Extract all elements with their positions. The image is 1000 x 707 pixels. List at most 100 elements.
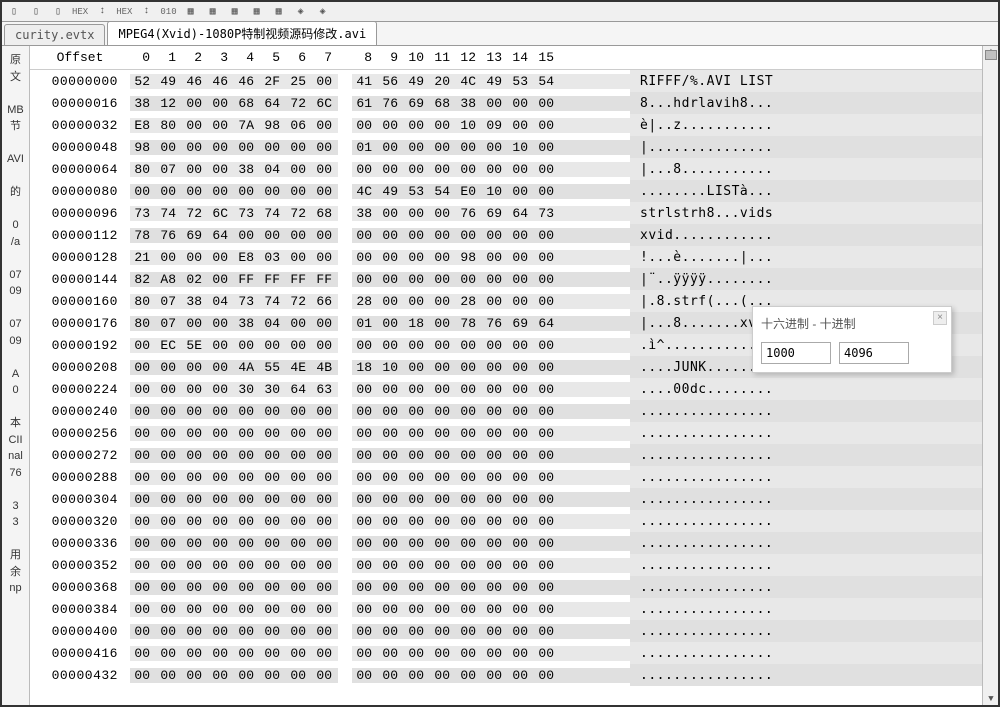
hex-byte[interactable]: 00 bbox=[534, 668, 560, 683]
ascii-cell[interactable]: ................ bbox=[630, 444, 982, 466]
hex-byte[interactable]: 00 bbox=[208, 272, 234, 287]
hex-byte[interactable]: 00 bbox=[156, 558, 182, 573]
hex-bytes[interactable]: 00000000000000000000000000000000 bbox=[130, 602, 630, 617]
hex-byte[interactable]: 00 bbox=[378, 294, 404, 309]
hex-byte[interactable]: 00 bbox=[208, 426, 234, 441]
hex-row[interactable]: 0000040000000000000000000000000000000000… bbox=[30, 620, 982, 642]
hex-row[interactable]: 0000006480070000380400000000000000000000… bbox=[30, 158, 982, 180]
hex-byte[interactable]: 00 bbox=[378, 646, 404, 661]
hex-byte[interactable]: 00 bbox=[482, 272, 508, 287]
hex-byte[interactable]: 00 bbox=[234, 514, 260, 529]
hex-byte[interactable]: 00 bbox=[208, 250, 234, 265]
hex-byte[interactable]: 80 bbox=[130, 294, 156, 309]
hex-byte[interactable]: 00 bbox=[130, 580, 156, 595]
hex-byte[interactable]: E8 bbox=[130, 118, 156, 133]
hex-byte[interactable]: 00 bbox=[182, 96, 208, 111]
hex-byte[interactable]: 18 bbox=[352, 360, 378, 375]
hex-byte[interactable]: 00 bbox=[482, 426, 508, 441]
hex-byte[interactable]: FF bbox=[312, 272, 338, 287]
hex-byte[interactable]: 00 bbox=[312, 624, 338, 639]
hex-bytes[interactable]: 21000000E80300000000000098000000 bbox=[130, 250, 630, 265]
hex-byte[interactable]: 00 bbox=[312, 668, 338, 683]
hex-byte[interactable]: 00 bbox=[378, 250, 404, 265]
hex-byte[interactable]: 00 bbox=[312, 426, 338, 441]
hex-bytes[interactable]: 98000000000000000100000000001000 bbox=[130, 140, 630, 155]
hex-byte[interactable]: 00 bbox=[534, 250, 560, 265]
hex-byte[interactable]: 00 bbox=[430, 492, 456, 507]
hex-byte[interactable]: 00 bbox=[508, 536, 534, 551]
hex-byte[interactable]: 00 bbox=[352, 492, 378, 507]
hex-byte[interactable]: 00 bbox=[182, 118, 208, 133]
hex-byte[interactable]: 76 bbox=[378, 96, 404, 111]
hex-byte[interactable]: 00 bbox=[182, 470, 208, 485]
hex-byte[interactable]: 72 bbox=[286, 294, 312, 309]
hex-byte[interactable]: 00 bbox=[352, 470, 378, 485]
hex-byte[interactable]: 00 bbox=[508, 646, 534, 661]
hex-byte[interactable]: A8 bbox=[156, 272, 182, 287]
hex-byte[interactable]: 00 bbox=[352, 624, 378, 639]
tool-icon[interactable]: ◈ bbox=[293, 4, 309, 20]
hex-byte[interactable]: 00 bbox=[378, 316, 404, 331]
hex-byte[interactable]: 28 bbox=[456, 294, 482, 309]
hex-byte[interactable]: 00 bbox=[430, 382, 456, 397]
hex-byte[interactable]: 46 bbox=[234, 74, 260, 89]
hex-byte[interactable]: 00 bbox=[130, 360, 156, 375]
hex-byte[interactable]: 74 bbox=[260, 206, 286, 221]
hex-byte[interactable]: 00 bbox=[208, 470, 234, 485]
hex-byte[interactable]: 00 bbox=[156, 250, 182, 265]
hex-bytes[interactable]: 00000000303064630000000000000000 bbox=[130, 382, 630, 397]
hex-byte[interactable]: 00 bbox=[378, 404, 404, 419]
hex-byte[interactable]: 00 bbox=[286, 536, 312, 551]
hex-byte[interactable]: 00 bbox=[182, 448, 208, 463]
hex-byte[interactable]: 00 bbox=[286, 338, 312, 353]
hex-byte[interactable]: 00 bbox=[286, 228, 312, 243]
hex-byte[interactable]: 00 bbox=[312, 118, 338, 133]
hex-byte[interactable]: 00 bbox=[430, 624, 456, 639]
hex-byte[interactable]: 00 bbox=[352, 228, 378, 243]
hex-byte[interactable]: 00 bbox=[508, 382, 534, 397]
hex-byte[interactable]: 00 bbox=[378, 492, 404, 507]
hex-byte[interactable]: 10 bbox=[378, 360, 404, 375]
hex-byte[interactable]: 98 bbox=[130, 140, 156, 155]
hex-byte[interactable]: 76 bbox=[456, 206, 482, 221]
hex-byte[interactable]: 00 bbox=[404, 492, 430, 507]
hex-byte[interactable]: 00 bbox=[182, 162, 208, 177]
hex-byte[interactable]: 00 bbox=[534, 558, 560, 573]
hex-byte[interactable]: 00 bbox=[130, 448, 156, 463]
hex-byte[interactable]: 00 bbox=[260, 536, 286, 551]
hex-byte[interactable]: 00 bbox=[404, 580, 430, 595]
hex-byte[interactable]: 00 bbox=[404, 162, 430, 177]
hex-byte[interactable]: 00 bbox=[286, 470, 312, 485]
hex-byte[interactable]: 00 bbox=[234, 492, 260, 507]
hex-byte[interactable]: EC bbox=[156, 338, 182, 353]
hex-byte[interactable]: 00 bbox=[260, 646, 286, 661]
hex-byte[interactable]: 00 bbox=[482, 492, 508, 507]
hex-byte[interactable]: 00 bbox=[182, 316, 208, 331]
hex-byte[interactable]: 38 bbox=[234, 316, 260, 331]
hex-byte[interactable]: 00 bbox=[430, 140, 456, 155]
hex-byte[interactable]: 00 bbox=[130, 382, 156, 397]
hex-byte[interactable]: 12 bbox=[156, 96, 182, 111]
hex-byte[interactable]: FF bbox=[260, 272, 286, 287]
hex-byte[interactable]: 00 bbox=[260, 140, 286, 155]
hex-row[interactable]: 0000027200000000000000000000000000000000… bbox=[30, 444, 982, 466]
hex-byte[interactable]: 10 bbox=[482, 184, 508, 199]
hex-byte[interactable]: 00 bbox=[234, 580, 260, 595]
hex-byte[interactable]: 61 bbox=[352, 96, 378, 111]
hex-byte[interactable]: 72 bbox=[286, 96, 312, 111]
hex-byte[interactable]: 00 bbox=[508, 558, 534, 573]
hex-byte[interactable]: 00 bbox=[156, 668, 182, 683]
hex-byte[interactable]: 00 bbox=[130, 426, 156, 441]
hex-byte[interactable]: 00 bbox=[156, 602, 182, 617]
hex-byte[interactable]: 00 bbox=[378, 448, 404, 463]
ascii-cell[interactable]: ................ bbox=[630, 598, 982, 620]
hex-bytes[interactable]: 381200006864726C6176696838000000 bbox=[130, 96, 630, 111]
hex-byte[interactable]: 00 bbox=[430, 426, 456, 441]
hex-byte[interactable]: 00 bbox=[508, 470, 534, 485]
hex-byte[interactable]: 21 bbox=[130, 250, 156, 265]
hex-byte[interactable]: 00 bbox=[286, 646, 312, 661]
hex-row[interactable]: 0000043200000000000000000000000000000000… bbox=[30, 664, 982, 686]
hex-byte[interactable]: 00 bbox=[534, 184, 560, 199]
hex-byte[interactable]: 00 bbox=[456, 668, 482, 683]
hex-byte[interactable]: 4E bbox=[286, 360, 312, 375]
